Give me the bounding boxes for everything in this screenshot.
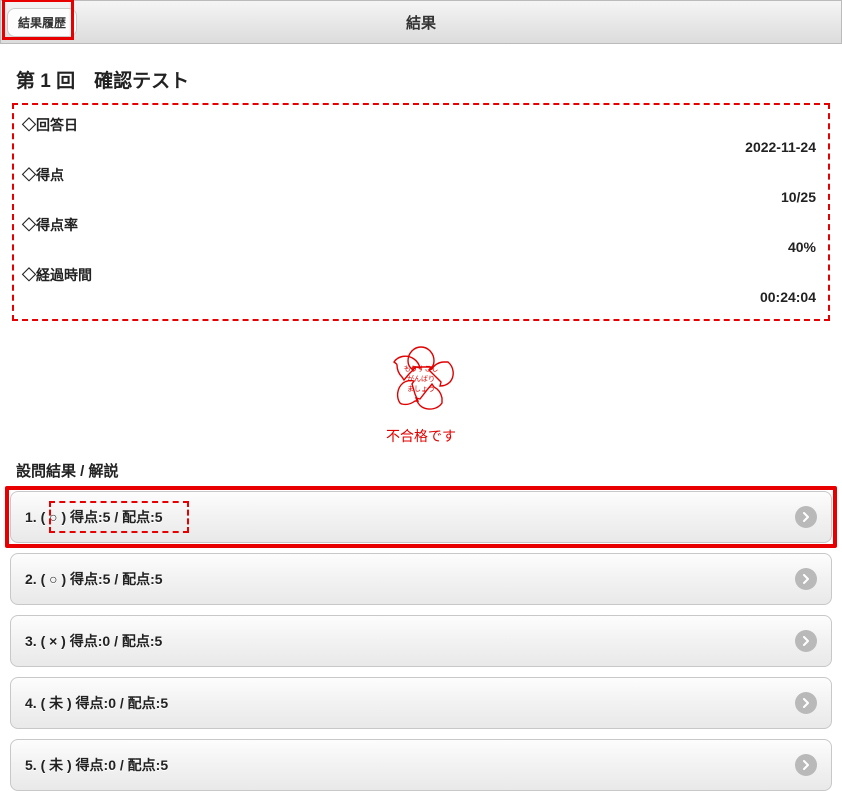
sakura-stamp-icon: もうすこし がんばり ましょう <box>382 341 460 422</box>
chevron-right-icon <box>795 630 817 652</box>
back-button[interactable]: 結果履歴 <box>7 8 77 37</box>
question-row-1[interactable]: 1. ( ○ ) 得点:5 / 配点:5 <box>10 491 832 543</box>
chevron-right-icon <box>795 754 817 776</box>
svg-text:がんばり: がんばり <box>407 374 435 383</box>
svg-text:ましょう: ましょう <box>407 385 435 393</box>
summary-box: ◇回答日 2022-11-24 ◇得点 10/25 ◇得点率 40% ◇経過時間… <box>12 103 830 321</box>
stamp-area: もうすこし がんばり ましょう 不合格です <box>10 341 832 446</box>
chevron-right-icon <box>795 692 817 714</box>
summary-date-label: ◇回答日 <box>22 111 820 137</box>
summary-time-label: ◇経過時間 <box>22 261 820 287</box>
chevron-right-icon <box>795 506 817 528</box>
question-text: 4. ( 未 ) 得点:0 / 配点:5 <box>25 693 168 713</box>
question-text: 3. ( × ) 得点:0 / 配点:5 <box>25 631 162 651</box>
summary-rate-label: ◇得点率 <box>22 211 820 237</box>
summary-rate-value: 40% <box>22 237 820 261</box>
header-bar: 結果 結果履歴 <box>0 0 842 44</box>
summary-score-label: ◇得点 <box>22 161 820 187</box>
page-title: 第 1 回 確認テスト <box>16 66 832 93</box>
stamp-status-text: 不合格です <box>10 426 832 446</box>
summary-score-value: 10/25 <box>22 187 820 211</box>
header-title: 結果 <box>1 12 841 33</box>
chevron-right-icon <box>795 568 817 590</box>
summary-time-value: 00:24:04 <box>22 287 820 311</box>
section-header: 設問結果 / 解説 <box>16 460 832 481</box>
question-text: 5. ( 未 ) 得点:0 / 配点:5 <box>25 755 168 775</box>
question-row-3[interactable]: 3. ( × ) 得点:0 / 配点:5 <box>10 615 832 667</box>
question-row-4[interactable]: 4. ( 未 ) 得点:0 / 配点:5 <box>10 677 832 729</box>
question-text: 2. ( ○ ) 得点:5 / 配点:5 <box>25 569 163 589</box>
question-text: 1. ( ○ ) 得点:5 / 配点:5 <box>25 507 163 527</box>
summary-date-value: 2022-11-24 <box>22 137 820 161</box>
question-list: 1. ( ○ ) 得点:5 / 配点:5 2. ( ○ ) 得点:5 / 配点:… <box>10 491 832 791</box>
question-row-5[interactable]: 5. ( 未 ) 得点:0 / 配点:5 <box>10 739 832 791</box>
svg-text:もうすこし: もうすこし <box>404 365 439 373</box>
question-row-2[interactable]: 2. ( ○ ) 得点:5 / 配点:5 <box>10 553 832 605</box>
